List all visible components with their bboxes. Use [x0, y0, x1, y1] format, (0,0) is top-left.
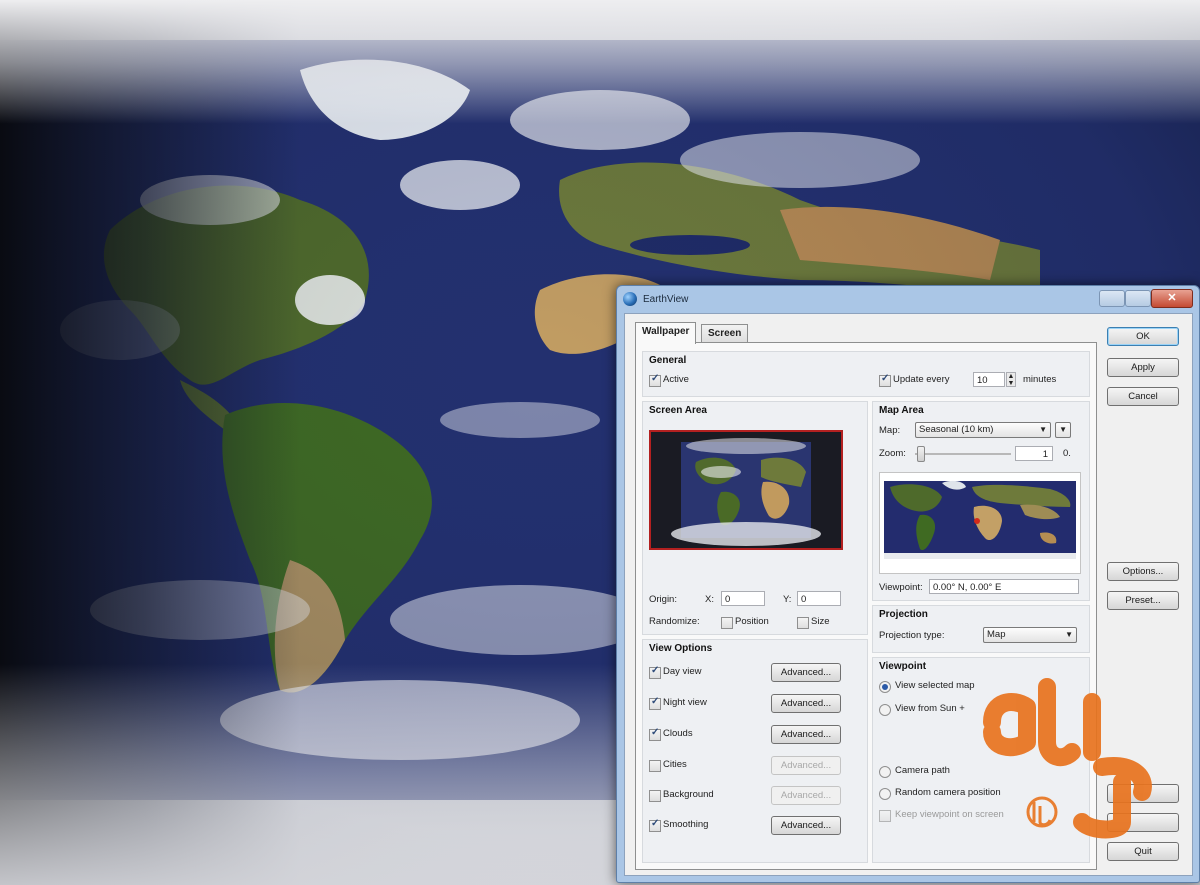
view-selected-map-radio[interactable] [879, 681, 891, 693]
active-checkbox[interactable] [649, 373, 661, 387]
map-select[interactable]: Seasonal (10 km) ▼ [915, 422, 1051, 438]
view-from-sun-label: View from Sun + [895, 703, 965, 714]
earthview-app-icon [623, 292, 637, 306]
clouds-checkbox[interactable] [649, 727, 661, 741]
general-group: General Active Update every 10 ▲▼ minute… [642, 351, 1090, 397]
viewpoint-title: Viewpoint [879, 661, 927, 672]
zoom-label: Zoom: [879, 448, 906, 459]
options-button[interactable]: Options... [1107, 562, 1179, 581]
chevron-down-icon: ▼ [1059, 425, 1067, 434]
watermark-logo-graphic [983, 678, 1152, 839]
viewpoint-label: Viewpoint: [879, 582, 923, 593]
projection-type-value: Map [987, 629, 1006, 640]
tab-screen-saver[interactable]: Screen Saver [701, 324, 749, 357]
cancel-button[interactable]: Cancel [1107, 387, 1179, 406]
keep-viewpoint-checkbox[interactable] [879, 810, 891, 822]
watermark-logo [972, 672, 1162, 847]
night-view-advanced-button[interactable]: Advanced... [771, 694, 841, 713]
window-title: EarthView [643, 294, 689, 305]
cities-checkbox[interactable] [649, 760, 661, 772]
chevron-down-icon: ▼ [1039, 425, 1047, 434]
night-view-label: Night view [663, 697, 707, 708]
view-options-title: View Options [649, 643, 713, 654]
randomize-size-label: Size [811, 616, 830, 627]
tab-wallpaper[interactable]: Wallpaper [635, 322, 697, 344]
close-icon[interactable]: ✕ [1151, 289, 1193, 308]
clouds-advanced-button[interactable]: Advanced... [771, 725, 841, 744]
title-bar[interactable]: EarthView ✕ [617, 286, 1199, 312]
smoothing-label: Smoothing [663, 819, 709, 830]
ok-button[interactable]: OK [1107, 327, 1179, 346]
maximize-icon[interactable] [1125, 290, 1151, 307]
night-view-checkbox[interactable] [649, 696, 661, 710]
cities-label: Cities [663, 759, 687, 770]
clouds-label: Clouds [663, 728, 693, 739]
preview-earth-image [651, 432, 841, 548]
active-label: Active [663, 374, 689, 385]
camera-path-label: Camera path [895, 765, 950, 776]
origin-y-label: Y: [783, 594, 792, 605]
origin-x-label: X: [705, 594, 714, 605]
screen-area-title: Screen Area [649, 405, 707, 416]
randomize-position-label: Position [735, 616, 769, 627]
origin-y-input[interactable]: 0 [797, 591, 841, 606]
smoothing-checkbox[interactable] [649, 818, 661, 832]
update-units-label: minutes [1023, 374, 1057, 385]
minimize-icon[interactable] [1099, 290, 1125, 307]
map-label: Map: [879, 425, 901, 436]
camera-path-radio[interactable] [879, 766, 891, 778]
zoom-slider-track[interactable] [915, 453, 1011, 455]
view-selected-map-label: View selected map [895, 680, 975, 691]
viewpoint-coordinates-field[interactable]: 0.00° N, 0.00° E [929, 579, 1079, 594]
randomize-label: Randomize: [649, 616, 700, 627]
screen-area-preview[interactable] [649, 430, 843, 550]
map-thumbnail[interactable] [879, 472, 1081, 574]
map-menu-button[interactable]: ▼ [1055, 422, 1071, 438]
update-every-label: Update every [893, 374, 950, 385]
random-camera-position-radio[interactable] [879, 788, 891, 800]
smoothing-advanced-button[interactable]: Advanced... [771, 816, 841, 835]
map-area-group: Map Area Map: Seasonal (10 km) ▼ ▼ Zoom:… [872, 401, 1090, 601]
projection-type-label: Projection type: [879, 630, 945, 641]
apply-button[interactable]: Apply [1107, 358, 1179, 377]
day-view-checkbox[interactable] [649, 665, 661, 679]
map-area-title: Map Area [879, 405, 924, 416]
origin-label: Origin: [649, 594, 677, 605]
update-interval-input[interactable]: 10 [973, 372, 1005, 387]
day-view-advanced-button[interactable]: Advanced... [771, 663, 841, 682]
screen-area-group: Screen Area Origin: X: 0 Y: 0 Randomize:… [642, 401, 868, 635]
projection-group: Projection Projection type: Map ▼ [872, 605, 1090, 653]
background-checkbox[interactable] [649, 790, 661, 802]
update-every-checkbox[interactable] [879, 373, 891, 387]
view-from-sun-radio[interactable] [879, 704, 891, 716]
origin-x-input[interactable]: 0 [721, 591, 765, 606]
day-view-label: Day view [663, 666, 702, 677]
cities-advanced-button[interactable]: Advanced... [771, 756, 841, 775]
chevron-down-icon: ▼ [1065, 630, 1073, 639]
zoom-suffix: 0. [1063, 448, 1071, 459]
preset-button[interactable]: Preset... [1107, 591, 1179, 610]
projection-title: Projection [879, 609, 928, 620]
randomize-position-checkbox[interactable] [721, 617, 733, 629]
update-interval-spinner[interactable]: ▲ ▼ [1006, 372, 1016, 387]
background-label: Background [663, 789, 714, 800]
map-select-value: Seasonal (10 km) [919, 424, 994, 435]
view-options-group: View Options Day view Advanced... Night … [642, 639, 868, 863]
world-map-image [880, 473, 1080, 573]
zoom-value-input[interactable]: 1 [1015, 446, 1053, 461]
zoom-slider-handle[interactable] [917, 446, 925, 462]
background-advanced-button[interactable]: Advanced... [771, 786, 841, 805]
randomize-size-checkbox[interactable] [797, 617, 809, 629]
projection-type-select[interactable]: Map ▼ [983, 627, 1077, 643]
general-title: General [649, 355, 687, 366]
